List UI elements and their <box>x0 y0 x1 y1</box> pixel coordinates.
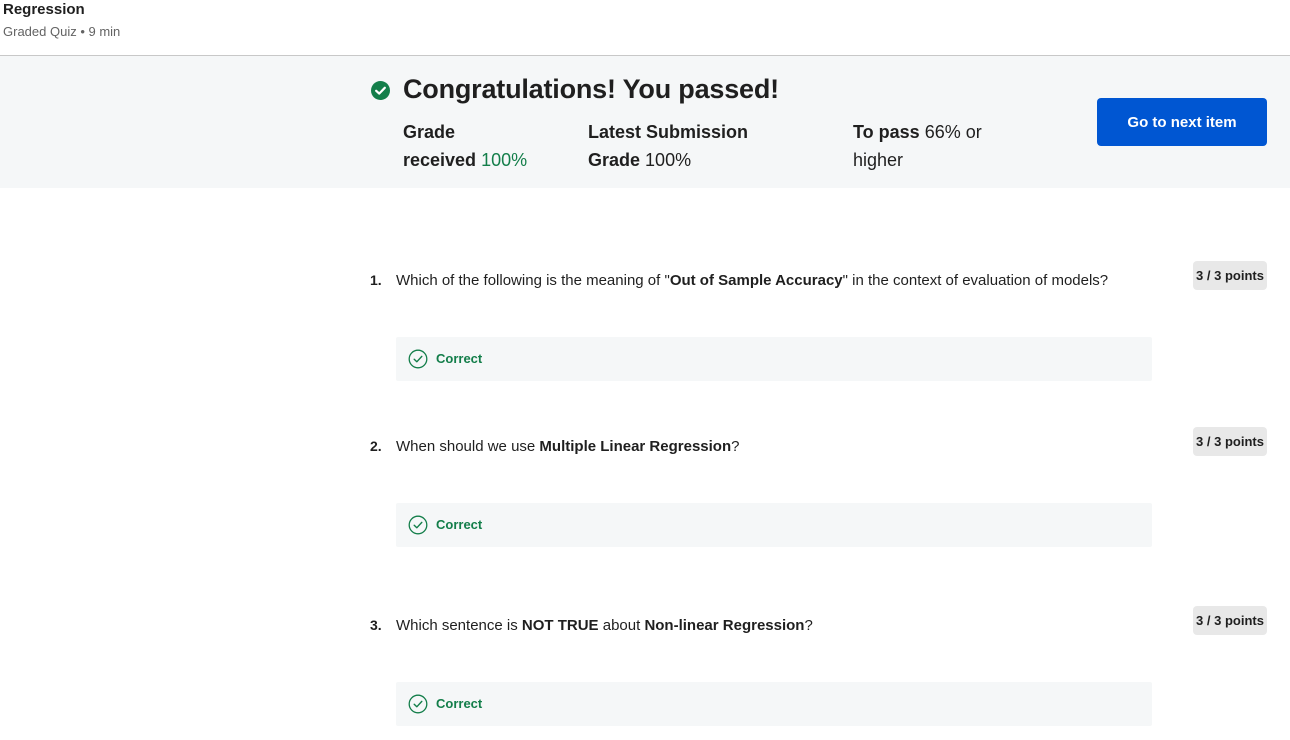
feedback-box: Correct <box>396 682 1152 726</box>
grade-label-line1: Grade <box>403 122 456 142</box>
quiz-title: Regression <box>3 1 85 18</box>
question-text-part: Which sentence is <box>396 617 522 634</box>
latest-label-line2: Grade <box>588 150 641 170</box>
grade-value: 100% <box>481 150 528 170</box>
to-pass-value-line2: higher <box>853 150 904 170</box>
pass-headline: Congratulations! You passed! <box>403 74 779 104</box>
grade-received: Grade received 100% <box>403 118 543 174</box>
question-number: 2. <box>370 438 382 454</box>
question-number: 1. <box>370 272 382 288</box>
to-pass-label: To pass <box>853 122 920 142</box>
question-text-bold: Out of Sample Accuracy <box>669 272 843 289</box>
grade-label-line2: received <box>403 150 477 170</box>
next-item-button[interactable]: Go to next item <box>1097 98 1267 146</box>
check-circle-outline-icon <box>408 349 428 369</box>
check-circle-outline-icon <box>408 515 428 535</box>
question-text-bold: NOT TRUE <box>521 617 599 634</box>
quiz-header: Regression Graded Quiz • 9 min <box>0 0 1290 56</box>
question-text-part: ? <box>804 617 813 634</box>
result-banner: Congratulations! You passed! Grade recei… <box>0 56 1290 188</box>
points-badge: 3 / 3 points <box>1193 606 1267 635</box>
feedback-correct-label: Correct <box>436 696 483 711</box>
question-number: 3. <box>370 617 382 633</box>
question-text-part: " in the context of evaluation of models… <box>842 272 1109 289</box>
points-badge: 3 / 3 points <box>1193 261 1267 290</box>
feedback-correct-label: Correct <box>436 351 483 366</box>
question-text: When should we use Multiple Linear Regre… <box>396 438 1176 455</box>
feedback-correct-label: Correct <box>436 517 483 532</box>
question-text-part: ? <box>731 438 740 455</box>
check-circle-icon <box>371 81 390 100</box>
question-text-part: When should we use <box>396 438 540 455</box>
quiz-subtitle: Graded Quiz • 9 min <box>3 24 121 39</box>
question-text: Which of the following is the meaning of… <box>396 272 1176 289</box>
check-circle-outline-icon <box>408 694 428 714</box>
question-text-bold: Multiple Linear Regression <box>539 438 732 455</box>
feedback-box: Correct <box>396 337 1152 381</box>
feedback-box: Correct <box>396 503 1152 547</box>
points-badge: 3 / 3 points <box>1193 427 1267 456</box>
question-text-part: Which of the following is the meaning of… <box>396 272 670 289</box>
question-text-bold: Non-linear Regression <box>644 617 805 634</box>
latest-label-line1: Latest Submission <box>588 122 749 142</box>
pass-threshold: To pass 66% or higher <box>853 118 1003 174</box>
question-text-part: about <box>598 617 645 634</box>
latest-submission-grade: Latest Submission Grade 100% <box>588 118 768 174</box>
question-text: Which sentence is NOT TRUE about Non-lin… <box>396 617 1176 634</box>
to-pass-value-line1: 66% or <box>924 122 982 142</box>
latest-value: 100% <box>645 150 692 170</box>
